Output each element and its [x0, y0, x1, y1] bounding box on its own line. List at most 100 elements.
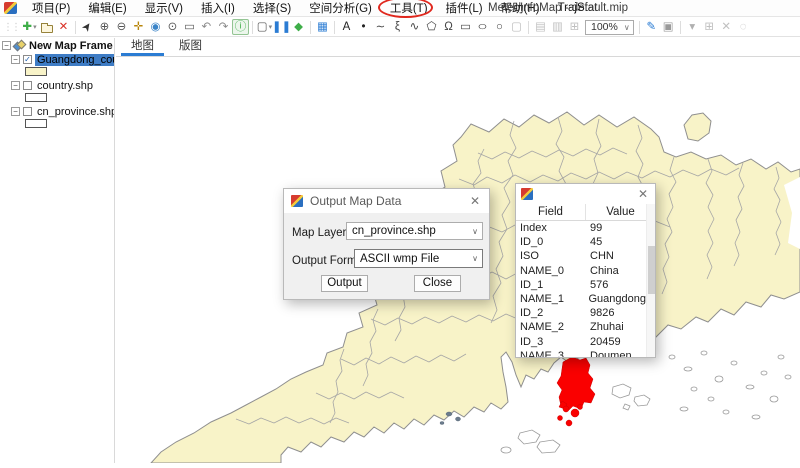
layer-checkbox[interactable]: ✓ [23, 55, 32, 64]
circle-icon[interactable]: ○ [491, 19, 508, 35]
full-extent-icon-glyph: ◉ [150, 20, 160, 35]
reshape-icon[interactable]: ◌ [735, 19, 752, 35]
close-icon[interactable]: ✕ [636, 187, 650, 201]
zoom-combo[interactable]: 100%∨ [585, 20, 634, 35]
ellipse-icon-glyph: ○ [477, 20, 487, 35]
save-edit-icon[interactable]: ▣ [660, 19, 677, 35]
expander-icon[interactable]: − [11, 55, 20, 64]
delete-feature-icon-glyph: ✕ [721, 20, 731, 35]
table-row: ISOCHN [516, 249, 646, 263]
zoom-out-icon[interactable]: ⊖ [113, 19, 130, 35]
point-icon[interactable]: • [355, 19, 372, 35]
map-layer-select[interactable]: cn_province.shp ∨ [346, 222, 483, 240]
value-cell: 576 [590, 279, 646, 291]
open-file-icon[interactable] [38, 19, 55, 35]
menu-bar-container: 项目(P)编辑(E)显示(V)插入(I)选择(S)空间分析(G)工具(T)插件(… [0, 0, 800, 17]
value-cell: Doumen [590, 350, 646, 357]
pan-icon[interactable]: ✛ [130, 19, 147, 35]
rectangle-icon[interactable]: ▭ [457, 19, 474, 35]
menu-item[interactable]: 空间分析(G) [300, 0, 381, 17]
layer-row[interactable]: −country.shp [11, 79, 114, 92]
add-feature-icon[interactable]: ⊞ [701, 19, 718, 35]
image-icon[interactable]: ▦ [314, 19, 331, 35]
select-arrow-icon-glyph: ➤ [79, 19, 97, 36]
view-tabbar: 地图 版图 [116, 38, 800, 57]
map-layer-value: cn_province.shp [352, 225, 436, 237]
menu-item[interactable]: 项目(P) [23, 0, 79, 17]
field-cell: ID_3 [516, 336, 590, 348]
delete-feature-icon[interactable]: ✕ [718, 19, 735, 35]
select-feature-icon[interactable]: ▢▾ [256, 19, 273, 35]
zoom-out-icon-glyph: ⊖ [117, 20, 127, 35]
scrollbar-thumb[interactable] [648, 246, 655, 294]
extent-rect-icon[interactable]: ▭ [181, 19, 198, 35]
layer-row[interactable]: −✓Guangdong_county.shp [11, 53, 114, 66]
toolbar-grip[interactable]: ⋮⋮ [3, 22, 19, 33]
toolbar-separator [528, 21, 529, 34]
close-button[interactable]: Close [414, 275, 461, 292]
tab-layout[interactable]: 版图 [169, 35, 212, 56]
edit-dropdown-icon[interactable]: ▾ [684, 19, 701, 35]
field-cell: NAME_0 [516, 265, 590, 277]
dialog-titlebar[interactable]: Output Map Data ✕ [284, 189, 489, 213]
polyline-icon-glyph: ∼ [376, 20, 386, 35]
zoom-in-icon[interactable]: ⊕ [96, 19, 113, 35]
table-row: NAME_3Doumen [516, 349, 646, 357]
freehand-line-icon[interactable]: ξ [389, 19, 406, 35]
tab-map[interactable]: 地图 [121, 35, 164, 56]
select-arrow-icon[interactable]: ➤ [79, 19, 96, 35]
map-frame-row[interactable]: −New Map Frame [2, 39, 114, 52]
value-cell: CHN [590, 250, 646, 262]
dialog-title: Output Map Data [310, 194, 401, 208]
remove-layer-icon[interactable]: ✕ [55, 19, 72, 35]
dialog-titlebar[interactable]: ✕ [516, 184, 655, 204]
layer-row[interactable]: −cn_province.shp [11, 105, 114, 118]
freehand-polygon-icon[interactable]: Ω [440, 19, 457, 35]
export-data-icon[interactable]: ▥ [549, 19, 566, 35]
full-extent-icon[interactable]: ◉ [147, 19, 164, 35]
measure-icon[interactable]: ❚❚ [273, 19, 290, 35]
identify-icon[interactable]: ⓘ [232, 19, 249, 35]
layer-swatch [25, 93, 47, 102]
layer-checkbox[interactable] [23, 81, 32, 90]
export-data-icon-glyph: ▥ [552, 20, 563, 35]
expander-icon[interactable]: − [2, 41, 11, 50]
export-map-icon[interactable]: ▤ [532, 19, 549, 35]
fit-window-icon[interactable]: ⊞ [566, 19, 583, 35]
undo-icon[interactable]: ↶ [198, 19, 215, 35]
menu-item[interactable]: 插入(I) [192, 0, 244, 17]
dialog-logo-icon [521, 188, 533, 200]
menu-item[interactable]: 插件(L) [437, 0, 492, 17]
clip-icon[interactable]: ▢ [508, 19, 525, 35]
menu-item[interactable]: 显示(V) [136, 0, 192, 17]
redo-icon[interactable]: ↷ [215, 19, 232, 35]
output-button[interactable]: Output [321, 275, 368, 292]
add-layer-icon[interactable]: ✚▾ [21, 19, 38, 35]
field-cell: Index [516, 222, 590, 234]
output-format-select[interactable]: ASCII wmp File ∨ [354, 249, 483, 268]
polyline-icon[interactable]: ∼ [372, 19, 389, 35]
menu-item[interactable]: 选择(S) [244, 0, 300, 17]
layer-checkbox[interactable] [23, 107, 32, 116]
field-cell: ID_2 [516, 307, 590, 319]
rectangle-icon-glyph: ▭ [460, 20, 471, 35]
polygon-icon[interactable]: ⬠ [423, 19, 440, 35]
table-row: Index99 [516, 221, 646, 235]
redo-icon-glyph: ↷ [219, 20, 229, 35]
menu-item[interactable]: 工具(T) [381, 0, 437, 17]
zoom-window-icon[interactable]: ⊙ [164, 19, 181, 35]
expander-icon[interactable]: − [11, 107, 20, 116]
circle-icon-glyph: ○ [496, 20, 503, 35]
curve-icon[interactable]: ∿ [406, 19, 423, 35]
edit-pencil-icon[interactable]: ✎ [643, 19, 660, 35]
label-icon[interactable]: ◆ [290, 19, 307, 35]
close-icon[interactable]: ✕ [468, 194, 482, 208]
measure-icon-glyph: ❚❚ [272, 20, 291, 35]
legend-panel: −New Map Frame−✓Guangdong_county.shp −cou… [0, 38, 115, 463]
scrollbar[interactable] [646, 204, 655, 357]
text-icon[interactable]: A [338, 19, 355, 35]
value-cell: 9826 [590, 307, 646, 319]
menu-item[interactable]: 编辑(E) [79, 0, 135, 17]
expander-icon[interactable]: − [11, 81, 20, 90]
ellipse-icon[interactable]: ○ [474, 19, 491, 35]
